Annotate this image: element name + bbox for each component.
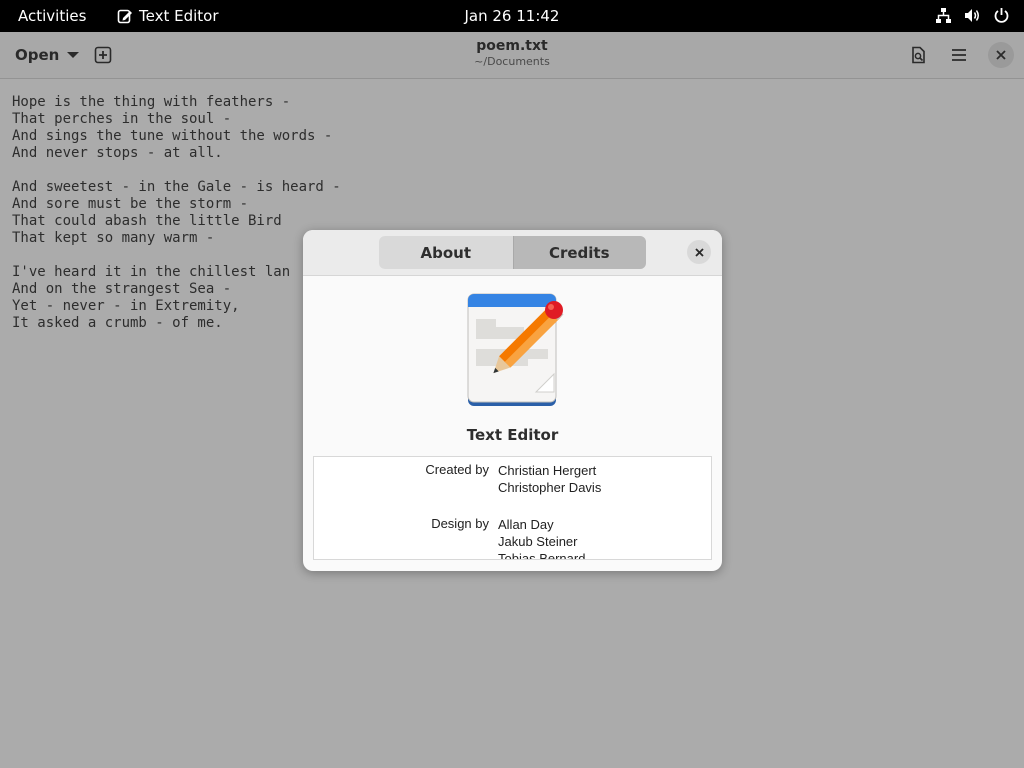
network-icon[interactable] xyxy=(935,7,952,24)
credit-name: Christopher Davis xyxy=(498,480,602,495)
hamburger-menu-icon xyxy=(952,49,966,61)
text-line: Yet - never - in Extremity, xyxy=(12,298,240,314)
text-line: That could abash the little Bird xyxy=(12,213,282,229)
credit-names: Christian Hergert Christopher Davis xyxy=(498,462,601,496)
document-title: poem.txt xyxy=(476,38,548,54)
text-line: Hope is the thing with feathers - xyxy=(12,94,291,110)
credit-group-label: Created by xyxy=(425,462,489,477)
text-line: And sore must be the storm - xyxy=(12,196,249,212)
close-icon xyxy=(694,247,704,257)
volume-icon[interactable] xyxy=(964,7,981,24)
top-bar: Activities Text Editor Jan 26 11:42 xyxy=(0,0,1024,32)
credit-group-label: Design by xyxy=(431,516,489,531)
text-editor-icon xyxy=(117,9,132,24)
system-tray[interactable] xyxy=(935,7,1010,24)
app-menu[interactable]: Text Editor xyxy=(117,7,219,25)
text-line: And sings the tune without the words - xyxy=(12,128,333,144)
text-line: That perches in the soul - xyxy=(12,111,232,127)
window-close-button[interactable] xyxy=(988,42,1014,68)
header-bar: Open poem.txt ~/Documents xyxy=(0,32,1024,79)
about-dialog: About Credits Text Editor Created by Chri… xyxy=(303,230,722,571)
view-switcher: About Credits xyxy=(379,236,646,269)
dialog-close-button[interactable] xyxy=(687,240,711,264)
credit-name: Jakub Steiner xyxy=(498,534,578,549)
credit-name: Allan Day xyxy=(498,517,554,532)
text-view[interactable]: Hope is the thing with feathers - That pe… xyxy=(12,94,341,332)
activities-button[interactable]: Activities xyxy=(18,7,86,25)
credit-name: Tobias Bernard xyxy=(498,551,586,560)
close-icon xyxy=(996,50,1006,60)
text-line: And on the strangest Sea - xyxy=(12,281,232,297)
tab-about[interactable]: About xyxy=(379,236,513,269)
text-line: It asked a crumb - of me. xyxy=(12,315,223,331)
app-name: Text Editor xyxy=(466,426,559,444)
text-line: And never stops - at all. xyxy=(12,145,223,161)
credit-names: Allan Day Jakub Steiner Tobias Bernard xyxy=(498,516,586,560)
dialog-header: About Credits xyxy=(303,230,722,276)
text-line: I've heard it in the chillest lan xyxy=(12,264,291,280)
text-line: That kept so many warm - xyxy=(12,230,215,246)
power-icon[interactable] xyxy=(993,7,1010,24)
clock[interactable]: Jan 26 11:42 xyxy=(465,7,560,25)
document-path: ~/Documents xyxy=(474,55,550,68)
window-title: poem.txt ~/Documents xyxy=(0,38,1024,68)
text-line: And sweetest - in the Gale - is heard - xyxy=(12,179,341,195)
text-line xyxy=(12,247,341,264)
main-menu-button[interactable] xyxy=(948,42,970,68)
tab-credits[interactable]: Credits xyxy=(512,236,646,269)
document-search-icon xyxy=(912,46,925,64)
app-menu-label: Text Editor xyxy=(139,7,219,25)
credit-name: Christian Hergert xyxy=(498,463,597,478)
credits-list[interactable]: Created by Christian Hergert Christopher D… xyxy=(313,456,712,560)
text-line xyxy=(12,162,341,179)
document-properties-button[interactable] xyxy=(908,42,930,68)
text-editor-app-icon xyxy=(467,293,564,406)
